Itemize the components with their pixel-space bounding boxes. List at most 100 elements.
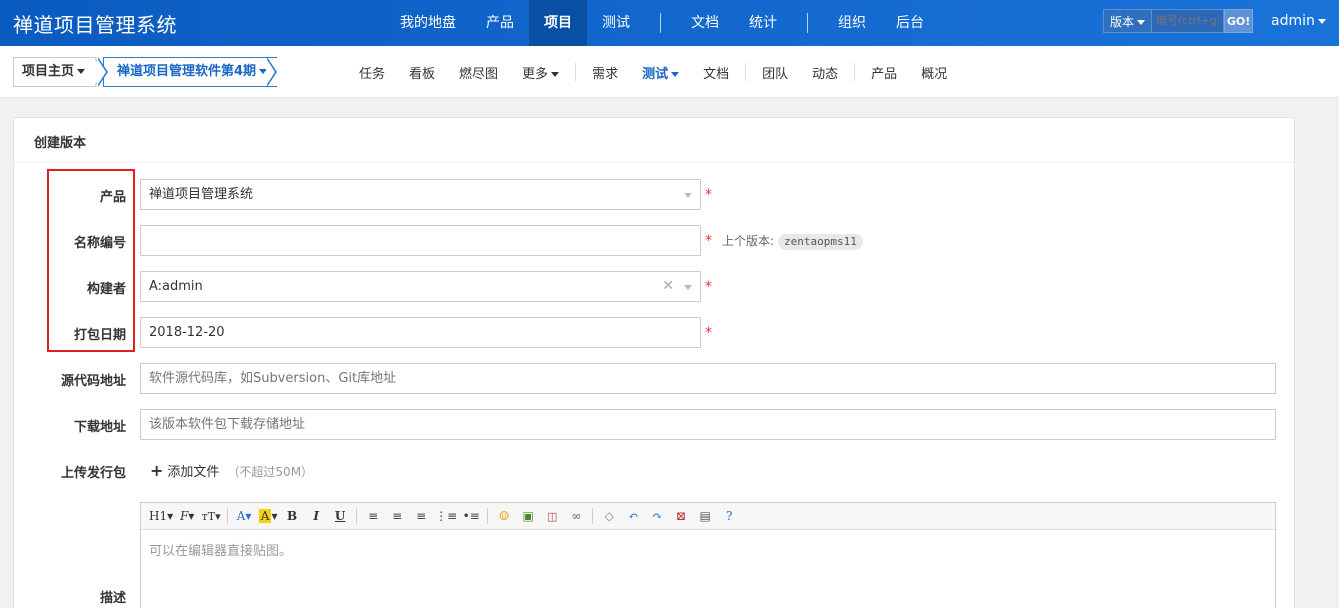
undo-icon[interactable]: ↶ — [623, 506, 643, 526]
emoticon-icon[interactable]: ☺ — [494, 506, 514, 526]
nav-test[interactable]: 测试 — [587, 0, 645, 46]
title-divider — [14, 162, 1294, 163]
required-mark: * — [705, 279, 712, 295]
builder-select-value: A:admin — [149, 279, 203, 294]
menu-test[interactable]: 测试 — [630, 63, 691, 82]
scm-label: 源代码地址 — [60, 374, 126, 389]
nav-org[interactable]: 组织 — [823, 0, 881, 46]
link-icon[interactable]: ∞ — [566, 506, 586, 526]
menu-divider — [745, 63, 747, 81]
menu-product[interactable]: 产品 — [859, 63, 909, 82]
fullscreen-icon[interactable]: ⊠ — [671, 506, 691, 526]
upload-limit: （不超过50M） — [227, 465, 314, 479]
main-nav: 我的地盘 产品 项目 测试 文档 统计 组织 后台 — [385, 0, 939, 46]
menu-view[interactable]: 概况 — [909, 63, 959, 82]
required-mark: * — [705, 233, 712, 249]
name-input[interactable] — [140, 225, 701, 256]
menu-burndown[interactable]: 燃尽图 — [447, 63, 510, 82]
nav-project[interactable]: 项目 — [529, 0, 587, 46]
add-file-label: 添加文件 — [167, 465, 220, 480]
sub-nav: 项目主页 禅道项目管理软件第4期 任务 看板 燃尽图 更多 需求 测试 文档 团… — [0, 46, 1339, 98]
nav-admin[interactable]: 后台 — [881, 0, 939, 46]
plus-icon: + — [150, 461, 164, 480]
last-version-tag: zentaopms11 — [778, 234, 863, 250]
font-color-icon[interactable]: A▾ — [234, 506, 254, 526]
date-input[interactable] — [140, 317, 701, 348]
search-type-dropdown[interactable]: 版本 — [1103, 9, 1152, 33]
download-label: 下载地址 — [73, 420, 126, 435]
user-name: admin — [1271, 13, 1315, 29]
project-menu: 任务 看板 燃尽图 更多 需求 测试 文档 团队 动态 产品 概况 — [347, 46, 959, 98]
help-icon[interactable]: ? — [719, 506, 739, 526]
last-version-hint: 上个版本: zentaopms11 — [722, 232, 863, 250]
chevron-down-icon — [551, 71, 560, 77]
breadcrumb-project-label: 禅道项目管理软件第4期 — [117, 64, 257, 79]
name-label: 名称编号 — [73, 236, 126, 251]
ordered-list-icon[interactable]: ⋮≡ — [435, 506, 457, 526]
image-icon[interactable]: ▣ — [518, 506, 538, 526]
menu-kanban[interactable]: 看板 — [397, 63, 447, 82]
date-label: 打包日期 — [73, 328, 126, 343]
last-version-label: 上个版本: — [722, 234, 775, 248]
required-mark: * — [705, 187, 712, 203]
breadcrumb-home-label: 项目主页 — [22, 64, 75, 79]
nav-my[interactable]: 我的地盘 — [385, 0, 471, 46]
chevron-down-icon — [1317, 18, 1326, 24]
product-label: 产品 — [99, 190, 126, 205]
font-family-icon[interactable]: F ▾ — [177, 506, 197, 526]
eraser-icon[interactable]: ◇ — [599, 506, 619, 526]
scm-input[interactable] — [140, 363, 1276, 394]
product-select[interactable]: 禅道项目管理系统 — [140, 179, 701, 210]
nav-doc[interactable]: 文档 — [676, 0, 734, 46]
menu-divider — [575, 63, 577, 81]
code-icon[interactable]: ◫ — [542, 506, 562, 526]
align-center-icon[interactable]: ≡ — [387, 506, 407, 526]
add-file-button[interactable]: + 添加文件 （不超过50M） — [150, 461, 313, 480]
breadcrumb-home[interactable]: 项目主页 — [13, 57, 98, 87]
menu-test-label: 测试 — [642, 66, 669, 82]
menu-story[interactable]: 需求 — [580, 63, 630, 82]
heading-icon[interactable]: H1▾ — [149, 506, 173, 526]
description-editor[interactable]: H1▾ F ▾ тT▾ A▾ A ▾ B I U ≡ ≡ ≡ ⋮≡ •≡ ☺ ▣ ◫… — [140, 502, 1276, 608]
chevron-down-icon — [684, 285, 692, 290]
search-input[interactable] — [1151, 9, 1225, 33]
source-icon[interactable]: ▤ — [695, 506, 715, 526]
user-menu[interactable]: admin — [1271, 13, 1326, 29]
breadcrumb-arrow-fill — [97, 58, 106, 86]
highlight-color-icon[interactable]: A ▾ — [258, 506, 278, 526]
top-header: 禅道项目管理系统 我的地盘 产品 项目 测试 文档 统计 组织 后台 版本 GO… — [0, 0, 1339, 46]
search-go-button[interactable]: GO! — [1224, 9, 1254, 33]
editor-placeholder: 可以在编辑器直接贴图。 — [149, 544, 293, 559]
builder-select[interactable]: A:admin ✕ — [140, 271, 701, 302]
chevron-down-icon — [1137, 20, 1146, 25]
brand-title[interactable]: 禅道项目管理系统 — [13, 9, 177, 38]
download-input[interactable] — [140, 409, 1276, 440]
menu-task[interactable]: 任务 — [347, 63, 397, 82]
redo-icon[interactable]: ↷ — [647, 506, 667, 526]
toolbar-divider — [227, 508, 229, 524]
font-size-icon[interactable]: тT▾ — [201, 506, 221, 526]
builder-label: 构建者 — [86, 282, 126, 297]
breadcrumb-project[interactable]: 禅道项目管理软件第4期 — [103, 57, 278, 87]
align-right-icon[interactable]: ≡ — [411, 506, 431, 526]
italic-icon[interactable]: I — [306, 506, 326, 526]
breadcrumb-arrow-fill — [266, 58, 275, 86]
clear-icon[interactable]: ✕ — [662, 272, 674, 301]
menu-doc[interactable]: 文档 — [691, 63, 741, 82]
underline-icon[interactable]: U — [330, 506, 350, 526]
bold-icon[interactable]: B — [282, 506, 302, 526]
chevron-down-icon — [684, 193, 692, 198]
nav-report[interactable]: 统计 — [734, 0, 792, 46]
editor-toolbar: H1▾ F ▾ тT▾ A▾ A ▾ B I U ≡ ≡ ≡ ⋮≡ •≡ ☺ ▣ ◫… — [141, 503, 1275, 530]
page-title: 创建版本 — [34, 136, 87, 151]
toolbar-divider — [487, 508, 489, 524]
menu-more[interactable]: 更多 — [510, 63, 571, 82]
menu-team[interactable]: 团队 — [750, 63, 800, 82]
toolbar-divider — [356, 508, 358, 524]
menu-dynamic[interactable]: 动态 — [800, 63, 850, 82]
nav-product[interactable]: 产品 — [471, 0, 529, 46]
search-box: 版本 GO! — [1103, 9, 1254, 33]
product-select-value: 禅道项目管理系统 — [149, 187, 254, 202]
align-left-icon[interactable]: ≡ — [363, 506, 383, 526]
unordered-list-icon[interactable]: •≡ — [461, 506, 481, 526]
